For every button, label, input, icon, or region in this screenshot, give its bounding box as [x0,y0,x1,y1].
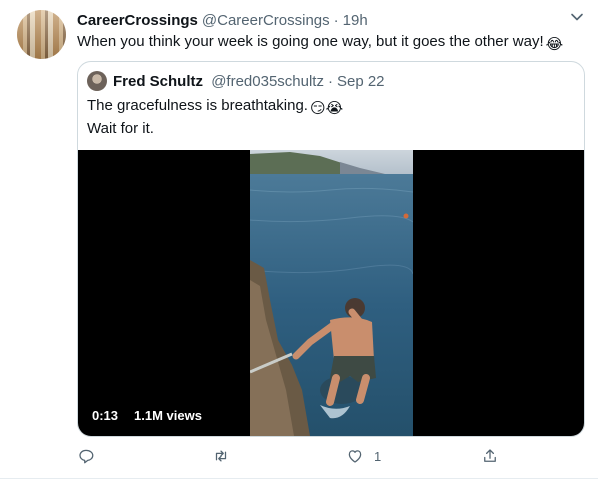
reply-button[interactable] [77,443,105,469]
tweet-actions: 1 [0,443,598,469]
video-meta: 0:13 1.1M views [92,408,202,423]
quoted-emojis: 😏😭 [309,100,344,117]
separator-dot: · [333,12,339,29]
retweet-button[interactable] [212,443,240,469]
retweet-icon[interactable] [212,447,230,465]
author-handle[interactable]: @CareerCrossings [202,12,330,29]
tweet[interactable]: CareerCrossings @CareerCrossings · 19h When… [0,0,598,479]
quoted-date: Sep 22 [336,73,385,90]
chevron-down-icon[interactable] [569,9,585,25]
avatar[interactable] [17,10,66,59]
timestamp[interactable]: 19h [343,12,368,29]
video-duration: 0:13 [92,408,119,423]
video-frame[interactable] [250,150,413,436]
tweet-header: CareerCrossings @CareerCrossings · 19h [77,10,368,32]
quoted-header: Fred Schultz @fred035schultz · Sep 22 [113,71,385,92]
video-views: 1.1M views [134,408,202,423]
like-count: 1 [374,448,382,464]
quoted-author-handle: @fred035schultz [211,73,324,90]
quoted-avatar [87,71,107,91]
like-icon[interactable] [346,447,364,465]
quoted-tweet[interactable]: Fred Schultz @fred035schultz · Sep 22 The … [77,61,585,437]
tweet-text: When you think your week is going one wa… [77,32,563,55]
author-name[interactable]: CareerCrossings [77,12,198,29]
tweet-emoji: 😂 [545,36,564,53]
share-icon[interactable] [481,447,499,465]
video-player[interactable]: 0:13 1.1M views [78,150,584,436]
reply-icon[interactable] [77,447,95,465]
share-button[interactable] [481,443,509,469]
quoted-author-name: Fred Schultz [113,73,204,90]
like-button[interactable]: 1 [346,443,381,469]
quoted-text-line1: The gracefulness is breathtaking. [87,97,308,114]
quoted-separator-dot: · [327,73,333,90]
quoted-text: The gracefulness is breathtaking. 😏😭 Wait… [87,96,343,139]
quoted-text-line2: Wait for it. [87,120,154,137]
tweet-text-body: When you think your week is going one wa… [77,33,544,50]
